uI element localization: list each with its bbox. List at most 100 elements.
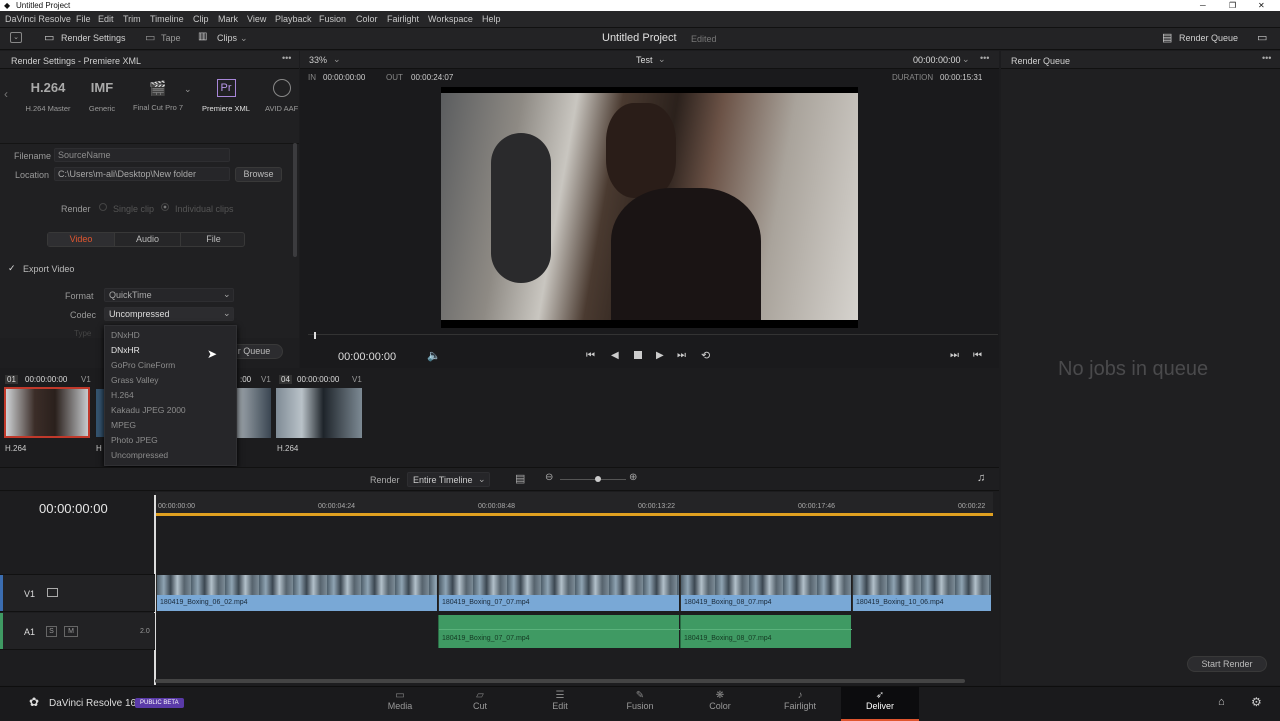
more-options-icon[interactable]: ••• <box>980 53 989 63</box>
preset-h264-master[interactable]: H.264 H.264 Master <box>18 80 78 113</box>
codec-option[interactable]: GoPro CineForm <box>111 360 175 370</box>
render-settings-icon[interactable]: ▭ <box>44 31 54 44</box>
menu-view[interactable]: View <box>247 14 266 24</box>
timeline-video-clip[interactable]: 180419_Boxing_08_07.mp4 <box>680 575 851 611</box>
stop-icon[interactable] <box>634 351 642 359</box>
menu-file[interactable]: File <box>76 14 91 24</box>
gear-icon[interactable]: ⚙ <box>1251 695 1262 709</box>
zoom-level[interactable]: 33% <box>309 55 327 65</box>
filename-field[interactable]: SourceName <box>54 148 230 162</box>
preset-avid-aaf[interactable]: AVID AAF <box>262 79 302 113</box>
tab-deliver[interactable]: ➶ Deliver <box>841 687 919 721</box>
timeline-video-clip[interactable]: 180419_Boxing_10_06.mp4 <box>852 575 991 611</box>
skip-end-icon[interactable]: ⏭ <box>677 350 686 361</box>
mute-button[interactable]: M <box>64 626 78 637</box>
timeline-video-clip[interactable]: 180419_Boxing_06_02.mp4 <box>156 575 437 611</box>
menu-workspace[interactable]: Workspace <box>428 14 473 24</box>
codec-option[interactable]: Photo JPEG <box>111 435 158 445</box>
restore-icon[interactable]: ❐ <box>1229 0 1236 11</box>
home-icon[interactable]: ⌂ <box>1218 696 1225 708</box>
tab-audio[interactable]: Audio <box>114 233 180 246</box>
tab-color[interactable]: ❋ Color <box>690 687 750 721</box>
playhead[interactable] <box>314 332 316 339</box>
preset-generic[interactable]: IMF Generic <box>82 80 122 113</box>
location-field[interactable]: C:\Users\m-ali\Desktop\New folder <box>54 167 230 181</box>
clip-thumbnail[interactable] <box>4 387 90 438</box>
prev-marker-icon[interactable]: ⏮ <box>973 350 982 361</box>
monitor-icon[interactable]: ▭ <box>1257 31 1267 44</box>
single-clip-radio[interactable] <box>99 203 107 211</box>
next-marker-icon[interactable]: ⏭ <box>950 350 959 361</box>
codec-option[interactable]: DNxHD <box>111 330 140 340</box>
preset-final-cut-pro-7[interactable]: 🎬 Final Cut Pro 7 <box>128 80 188 112</box>
codec-option[interactable]: Grass Valley <box>111 375 159 385</box>
monitor-icon[interactable] <box>47 588 58 597</box>
menu-edit[interactable]: Edit <box>98 14 114 24</box>
zoom-slider-handle[interactable] <box>595 476 601 482</box>
solo-button[interactable]: S <box>46 626 57 637</box>
chevron-down-icon[interactable]: ⌄ <box>240 33 248 44</box>
skip-start-icon[interactable]: ⏮ <box>586 350 595 361</box>
more-options-icon[interactable]: ••• <box>1262 53 1271 63</box>
codec-option-highlighted[interactable]: DNxHR <box>111 345 140 355</box>
menu-timeline[interactable]: Timeline <box>150 14 184 24</box>
zoom-in-icon[interactable]: ⊕ <box>629 472 637 483</box>
tape-icon[interactable]: ▭ <box>145 31 155 44</box>
menu-fairlight[interactable]: Fairlight <box>387 14 419 24</box>
clip-thumbnail[interactable] <box>276 388 362 438</box>
clips-toggle[interactable]: Clips <box>217 33 237 43</box>
browse-button[interactable]: Browse <box>235 167 282 182</box>
tab-video[interactable]: Video <box>48 233 114 246</box>
export-video-checkbox[interactable]: ✓ <box>8 263 16 274</box>
codec-option[interactable]: Uncompressed <box>111 450 168 460</box>
timeline-ruler[interactable]: 00:00:00:00 00:00:04:24 00:00:08:48 00:0… <box>155 492 993 516</box>
timeline-video-clip[interactable]: 180419_Boxing_07_07.mp4 <box>438 575 679 611</box>
loop-icon[interactable]: ⟲ <box>701 349 710 362</box>
format-select[interactable]: QuickTime ⌄ <box>104 288 234 302</box>
clip-thumbnail[interactable] <box>237 388 271 438</box>
timeline-name[interactable]: Test <box>636 55 653 65</box>
step-back-icon[interactable]: ◀ <box>611 350 619 361</box>
audio-meter-icon[interactable]: ♫ <box>977 472 985 484</box>
tab-file[interactable]: File <box>180 233 246 246</box>
chevron-down-icon[interactable]: ⌄ <box>962 54 970 65</box>
menu-color[interactable]: Color <box>356 14 378 24</box>
menu-trim[interactable]: Trim <box>123 14 141 24</box>
play-icon[interactable]: ▶ <box>656 350 664 361</box>
clips-icon[interactable]: ▥ <box>198 31 207 42</box>
render-queue-icon[interactable]: ▤ <box>1162 31 1172 44</box>
tab-edit[interactable]: ☰ Edit <box>530 687 590 721</box>
timeline-view-icon[interactable]: ▤ <box>515 472 525 485</box>
settings-scrollbar[interactable] <box>293 143 297 257</box>
minimize-icon[interactable]: ─ <box>1200 0 1206 11</box>
menu-mark[interactable]: Mark <box>218 14 238 24</box>
render-range-select[interactable]: Entire Timeline ⌄ <box>407 472 490 487</box>
tab-fairlight[interactable]: ♪ Fairlight <box>770 687 830 721</box>
menu-davinci[interactable]: DaVinci Resolve <box>5 14 71 24</box>
codec-option[interactable]: MPEG <box>111 420 136 430</box>
timeline-scrollbar[interactable] <box>155 679 965 683</box>
render-queue-toggle[interactable]: Render Queue <box>1179 33 1238 43</box>
more-options-icon[interactable]: ••• <box>282 53 291 63</box>
individual-clips-radio[interactable] <box>161 203 169 211</box>
menu-help[interactable]: Help <box>482 14 501 24</box>
tape-toggle[interactable]: Tape <box>161 33 181 43</box>
menu-fusion[interactable]: Fusion <box>319 14 346 24</box>
codec-select[interactable]: Uncompressed ⌄ <box>104 307 234 321</box>
menu-playback[interactable]: Playback <box>275 14 312 24</box>
scrub-bar[interactable] <box>308 334 998 335</box>
volume-icon[interactable]: 🔈 <box>427 349 441 362</box>
tab-media[interactable]: ▭ Media <box>370 687 430 721</box>
codec-option[interactable]: Kakadu JPEG 2000 <box>111 405 186 415</box>
panel-toggle-icon[interactable]: ⌄ <box>10 32 22 43</box>
chevron-left-icon[interactable]: ‹ <box>4 87 8 101</box>
tab-fusion[interactable]: ✎ Fusion <box>610 687 670 721</box>
start-render-button[interactable]: Start Render <box>1187 656 1267 672</box>
timeline-audio-clip[interactable]: 180419_Boxing_07_07.mp4 <box>438 615 680 648</box>
menu-clip[interactable]: Clip <box>193 14 209 24</box>
zoom-slider[interactable] <box>560 479 626 480</box>
chevron-down-icon[interactable]: ⌄ <box>184 84 192 95</box>
preset-premiere-xml[interactable]: Pr Premiere XML <box>200 79 252 113</box>
render-settings-toggle[interactable]: Render Settings <box>61 33 126 43</box>
zoom-out-icon[interactable]: ⊖ <box>545 472 553 483</box>
